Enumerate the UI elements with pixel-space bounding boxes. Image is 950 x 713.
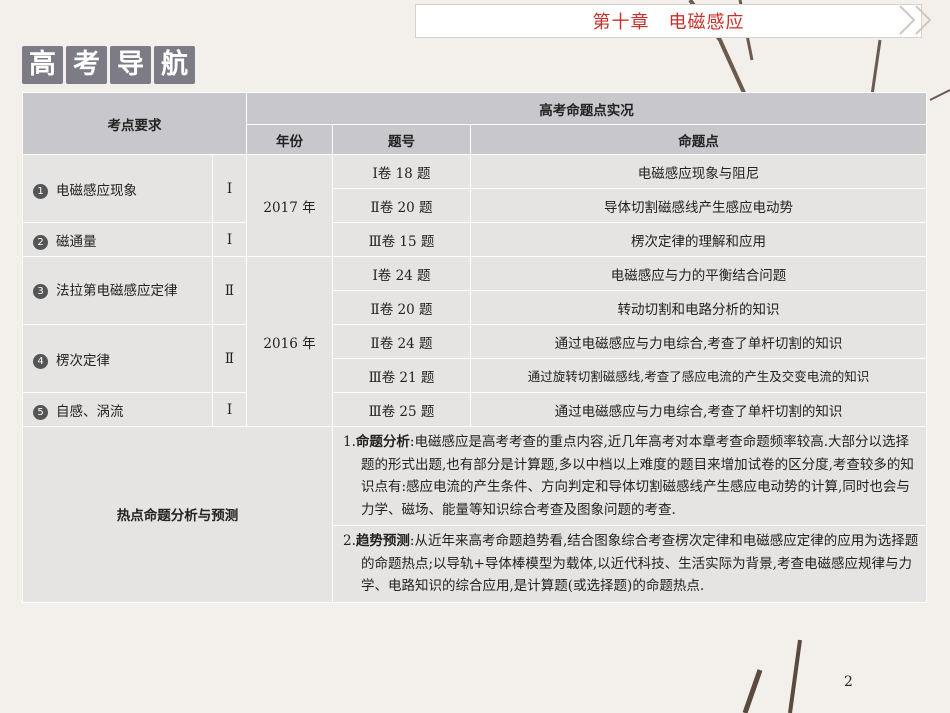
heading-char: 航 bbox=[154, 46, 195, 84]
chevron-right-icon bbox=[915, 5, 932, 35]
requirement-level: Ⅰ bbox=[212, 392, 247, 427]
point-cell: 通过电磁感应与力电综合,考查了单杆切割的知识 bbox=[469, 324, 928, 359]
analysis-title: 命题分析 bbox=[355, 434, 410, 450]
forecast-title: 趋势预测 bbox=[355, 533, 410, 549]
number-badge: 1 bbox=[33, 183, 48, 199]
qno-cell: Ⅱ卷 24 题 bbox=[332, 324, 471, 359]
qno-cell: Ⅲ卷 21 题 bbox=[332, 358, 471, 393]
analysis-text: :电磁感应是高考考查的重点内容,近几年高考对本章考查命题频率较高.大部分以选择题… bbox=[361, 434, 914, 518]
year-cell: 2016 年 bbox=[246, 256, 333, 427]
requirement-level: Ⅱ bbox=[212, 256, 247, 325]
heading-char: 考 bbox=[66, 46, 107, 84]
point-cell: 楞次定律的理解和应用 bbox=[469, 222, 928, 257]
point-cell: 通过电磁感应与力电综合,考查了单杆切割的知识 bbox=[469, 392, 928, 427]
header-point: 命题点 bbox=[469, 124, 928, 155]
header-year: 年份 bbox=[246, 124, 333, 155]
qno-cell: Ⅰ卷 24 题 bbox=[332, 256, 471, 291]
qno-cell: Ⅱ卷 20 题 bbox=[332, 188, 471, 223]
requirement-name: 电磁感应现象 bbox=[56, 182, 137, 199]
number-badge: 4 bbox=[33, 353, 48, 369]
requirement-name: 磁通量 bbox=[56, 233, 97, 250]
requirement-item: 2 磁通量 bbox=[22, 222, 213, 257]
requirement-name: 楞次定律 bbox=[56, 352, 110, 369]
analysis-paragraph: 1.命题分析:电磁感应是高考考查的重点内容,近几年高考对本章考查命题频率较高.大… bbox=[331, 426, 928, 526]
requirement-level: Ⅱ bbox=[212, 324, 247, 393]
header-requirement: 考点要求 bbox=[22, 92, 247, 155]
number-badge: 5 bbox=[33, 404, 48, 420]
requirement-name: 法拉第电磁感应定律 bbox=[56, 282, 178, 299]
chapter-title: 第十章 电磁感应 bbox=[592, 12, 745, 33]
header-qno: 题号 bbox=[332, 124, 471, 155]
forecast-text: :从近年来高考命题趋势看,结合图象综合考查楞次定律和电磁感应定律的应用为选择题的… bbox=[361, 533, 919, 594]
point-cell: 导体切割磁感线产生感应电动势 bbox=[469, 188, 928, 223]
requirement-name: 自感、涡流 bbox=[56, 403, 124, 420]
requirement-level: Ⅰ bbox=[212, 154, 247, 223]
qno-cell: Ⅱ卷 20 题 bbox=[332, 290, 471, 325]
number-badge: 3 bbox=[33, 283, 48, 299]
requirement-item: 1 电磁感应现象 bbox=[22, 154, 213, 223]
point-cell: 通过旋转切割磁感线,考查了感应电流的产生及交变电流的知识 bbox=[469, 358, 928, 393]
heading-char: 导 bbox=[110, 46, 151, 84]
qno-cell: Ⅲ卷 25 题 bbox=[332, 392, 471, 427]
section-heading: 高 考 导 航 bbox=[22, 46, 195, 84]
chapter-banner: 第十章 电磁感应 bbox=[415, 4, 922, 38]
qno-cell: Ⅲ卷 15 题 bbox=[332, 222, 471, 257]
point-cell: 电磁感应现象与阻尼 bbox=[469, 154, 928, 189]
exam-analysis-table: 考点要求 高考命题点实况 年份 题号 命题点 1 电磁感应现象 Ⅰ 2017 年 … bbox=[22, 92, 928, 603]
hot-topic-label: 热点命题分析与预测 bbox=[22, 426, 333, 603]
analysis-prefix: 1. bbox=[343, 434, 356, 450]
forecast-paragraph: 2.趋势预测:从近年来高考命题趋势看,结合图象综合考查楞次定律和电磁感应定律的应… bbox=[331, 525, 928, 603]
header-exam: 高考命题点实况 bbox=[245, 92, 928, 125]
requirement-level: Ⅰ bbox=[212, 222, 247, 257]
page-number: 2 bbox=[844, 674, 853, 690]
heading-char: 高 bbox=[22, 46, 63, 84]
requirement-item: 5 自感、涡流 bbox=[22, 392, 213, 427]
year-cell: 2017 年 bbox=[246, 154, 333, 257]
qno-cell: Ⅰ卷 18 题 bbox=[332, 154, 471, 189]
requirement-item: 4 楞次定律 bbox=[22, 324, 213, 393]
point-cell: 转动切割和电路分析的知识 bbox=[469, 290, 928, 325]
requirement-item: 3 法拉第电磁感应定律 bbox=[22, 256, 213, 325]
forecast-prefix: 2. bbox=[343, 533, 356, 549]
number-badge: 2 bbox=[33, 234, 48, 250]
point-cell: 电磁感应与力的平衡结合问题 bbox=[469, 256, 928, 291]
